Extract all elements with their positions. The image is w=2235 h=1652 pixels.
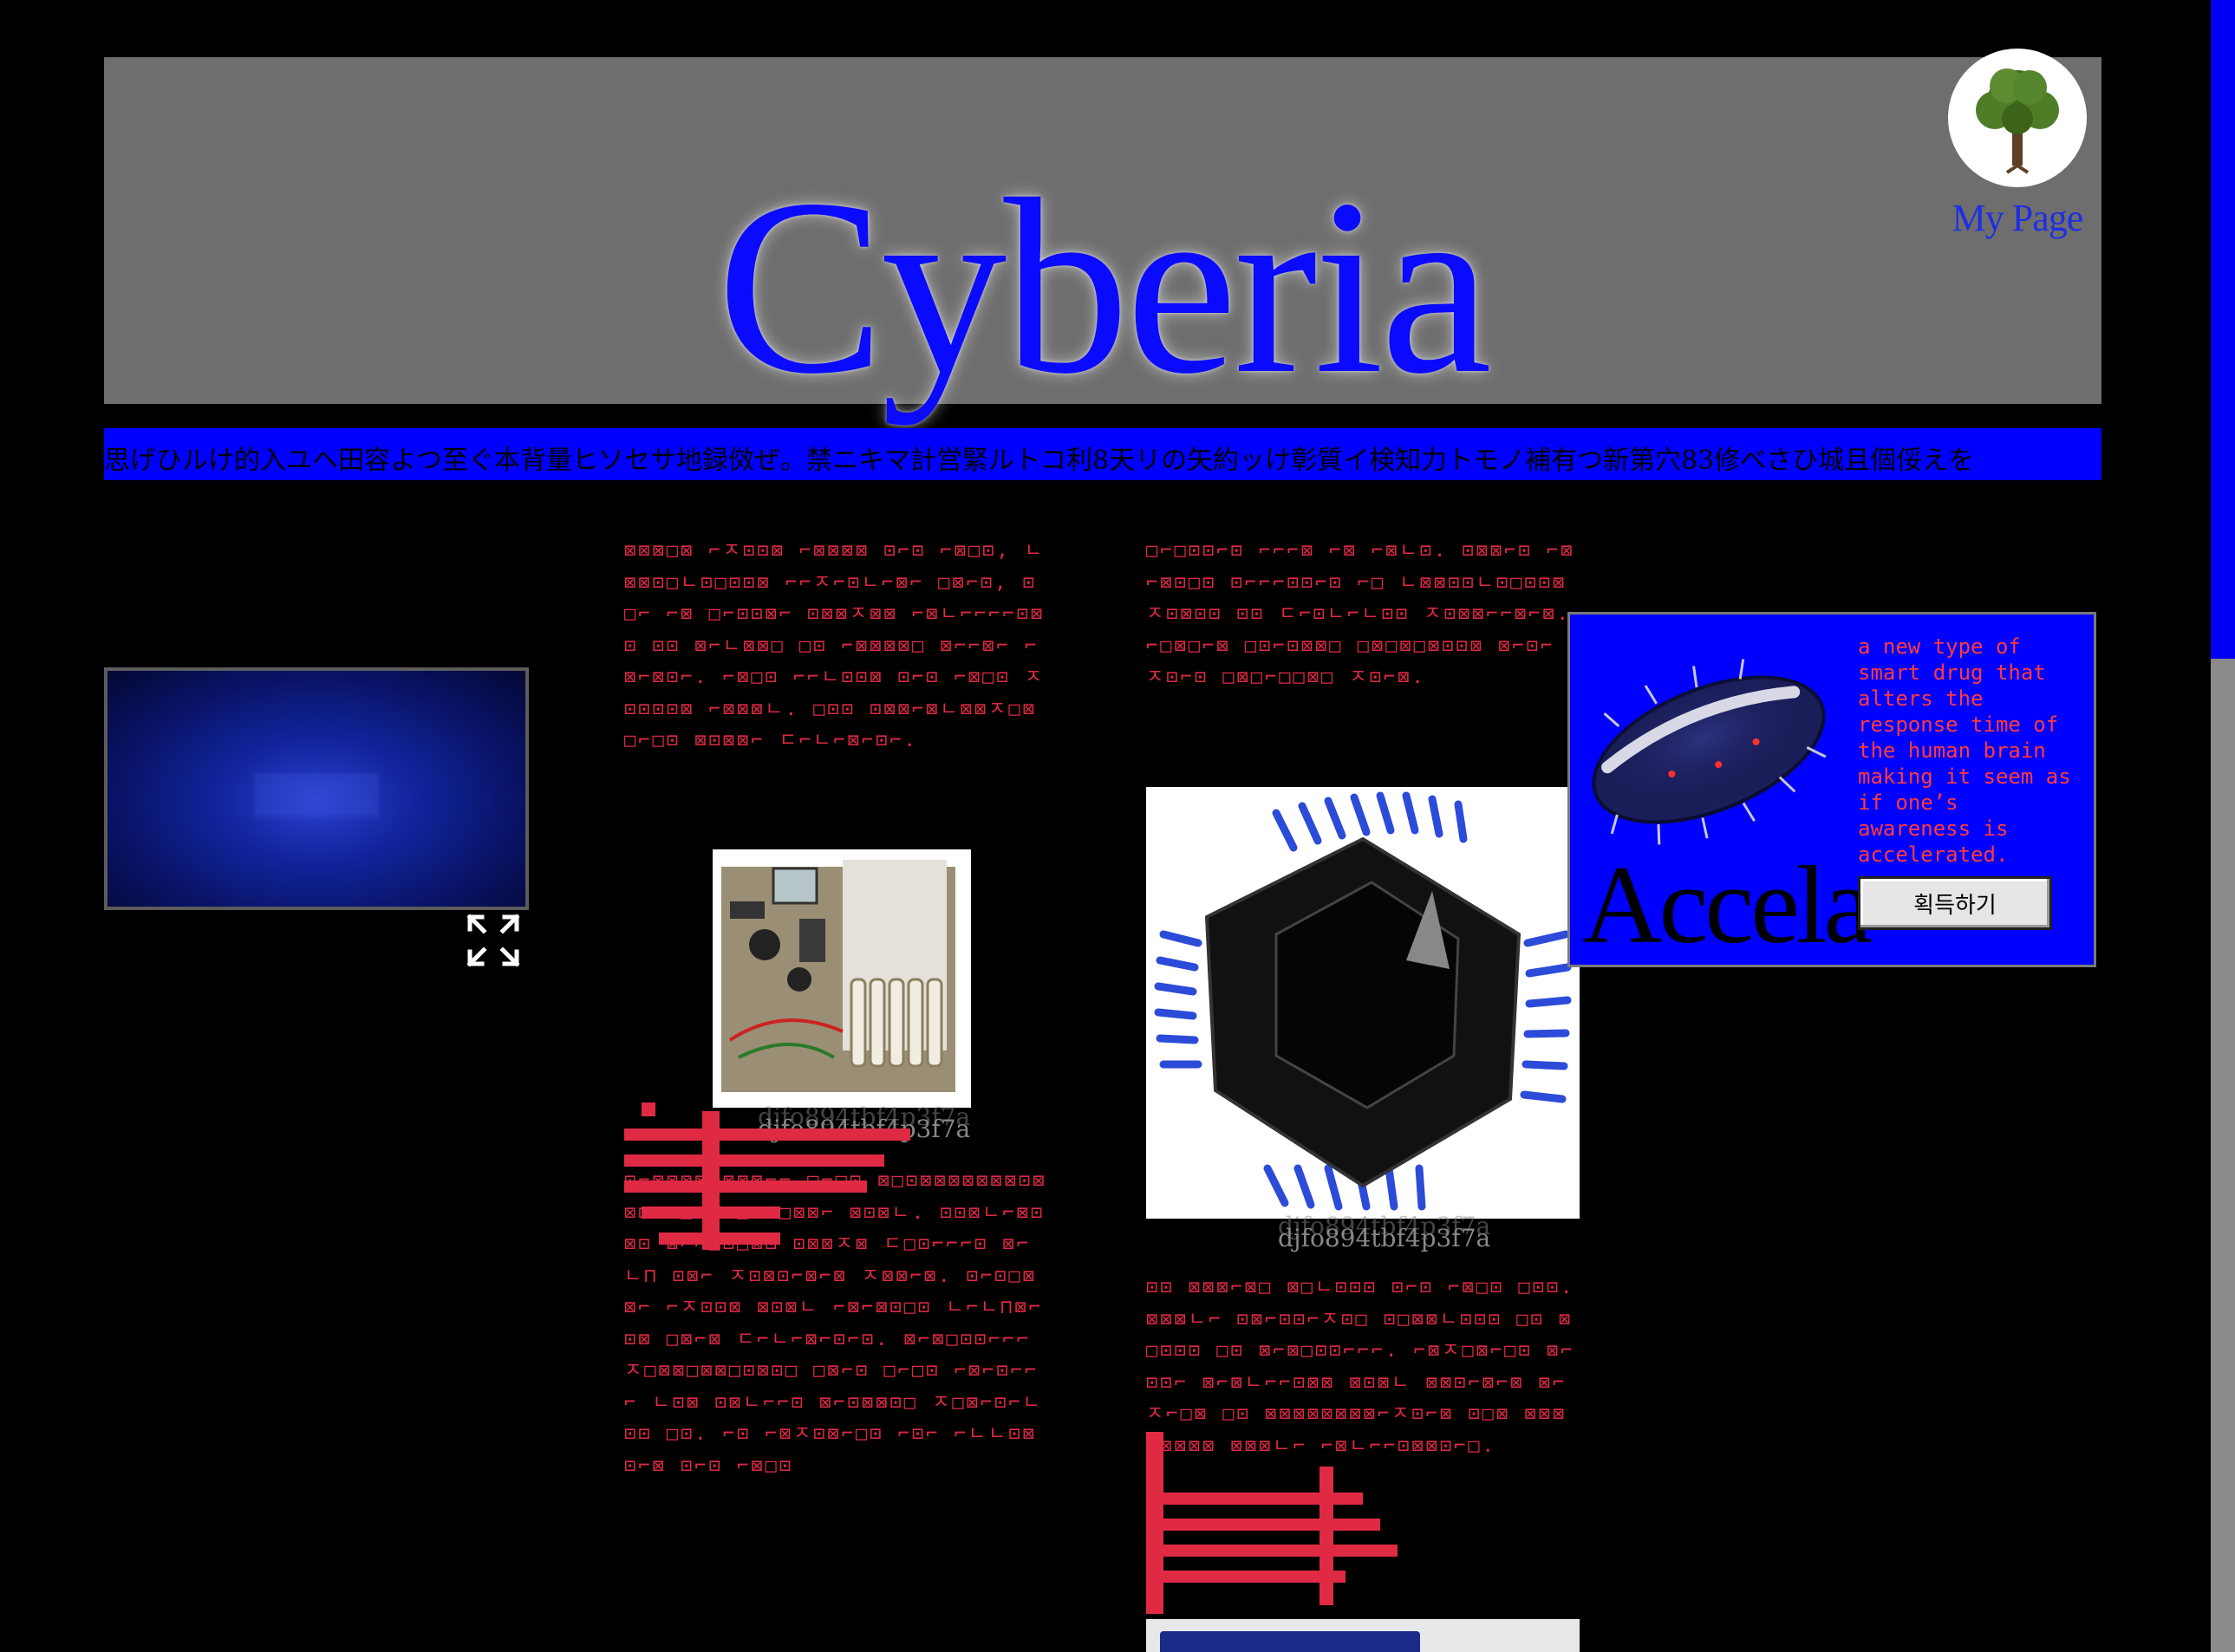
site-title[interactable]: Cyberia — [104, 161, 2101, 413]
news-ticker: 思げひルけ的入ユヘ田容よつ至ぐ本背量ヒソセサ地録傚ぜ。禁ニキマ計営緊ルトコ利8天… — [104, 428, 2101, 480]
article-column-b: □⌐□⊡⊡⌐⊡ ⌐⌐⌐⊠ ⌐⊠ ⌐⊠ㄴ⊡. ⊡⊠⊠⌐⊡ ⌐⊠⌐⊠⊡□⊡ ⊡⌐⌐⌐… — [1146, 540, 1575, 688]
video-player[interactable] — [104, 667, 529, 910]
circuit-board-image — [713, 849, 971, 1108]
fullscreen-icon[interactable] — [466, 914, 520, 967]
article-column-a: ⊠⊠⊠□⊠ ⌐ㅈ⊡⊡⊠ ⌐⊠⊠⊠⊠ ⊡⌐⊡ ⌐⊠□⊡, ㄴ⊠⊠⊡□ㄴ⊡□⊡⊡⊠ … — [624, 540, 1046, 751]
monitor-image — [1146, 1619, 1580, 1652]
article-column-a-continued: ⊡⌐⊠⊠⊠⊠⊡⊠⊠⊠⌐⌐ □⌐□⊡ ⊠□⊡⊠⊠⊠⊠⊠⊠⊠⊡⊠⊠⊡ ⊡□⌐ ⊡□⊠… — [624, 1170, 1047, 1477]
pill-icon — [1582, 646, 1835, 854]
ad-brand: Accela — [1582, 843, 1873, 966]
ad-description: a new type of smart drug that alters the… — [1858, 634, 2071, 867]
accela-ad[interactable]: Accela a new type of smart drug that alt… — [1567, 612, 2096, 967]
my-page-link[interactable]: My Page — [1926, 49, 2108, 240]
glitch-block-b — [1146, 1432, 1398, 1614]
buy-button[interactable]: 획득하기 — [1858, 876, 2052, 930]
tree-icon[interactable] — [1948, 49, 2087, 187]
ticker-text: 思げひルけ的入ユヘ田容よつ至ぐ本背量ヒソセサ地録傚ぜ。禁ニキマ計営緊ルトコ利8天… — [104, 446, 1975, 476]
scrollbar[interactable] — [2211, 0, 2235, 1652]
chip-caption: djfo894tbf4p3f7a — [1278, 1224, 1491, 1252]
microchip-image — [1146, 787, 1580, 1219]
site-header: Cyberia My Page — [104, 49, 2101, 413]
my-page-label[interactable]: My Page — [1926, 196, 2108, 240]
scrollbar-thumb[interactable] — [2211, 659, 2235, 1652]
